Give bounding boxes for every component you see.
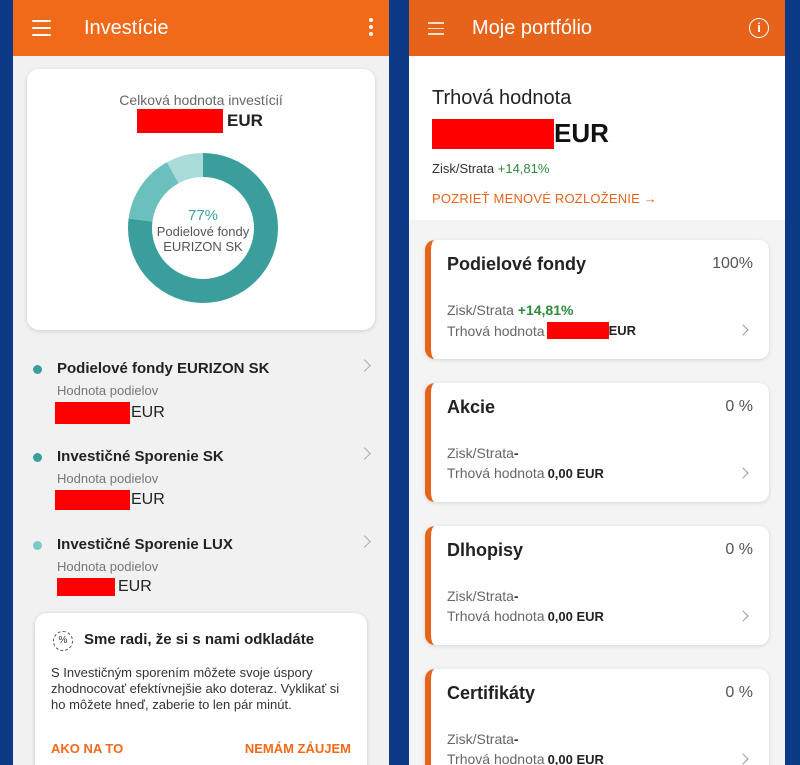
gain-loss-label: Zisk/Strata [432, 161, 495, 176]
asset-name: Podielové fondy [447, 254, 587, 274]
gain-loss-label: Zisk/Strata [447, 731, 514, 747]
asset-market-value: Trhová hodnota EUR [447, 322, 636, 339]
asset-market-value: Trhová hodnota 0,00 EUR [447, 751, 604, 765]
investments-screen: Investície Celková hodnota investícií EU… [13, 0, 389, 765]
asset-card-bonds[interactable]: Dlhopisy 0 % Zisk/Strata- Trhová hodnota… [425, 526, 769, 645]
fund-color-dot [33, 453, 42, 462]
chevron-right-icon [358, 359, 371, 372]
gain-loss-label: Zisk/Strata [447, 588, 514, 604]
redacted-amount [432, 118, 554, 149]
currency-label: EUR [608, 323, 637, 338]
asset-gain-loss: Zisk/Strata- [447, 445, 519, 461]
asset-market-value: Trhová hodnota 0,00 EUR [447, 608, 604, 624]
market-value-amount: 0,00 EUR [547, 608, 604, 624]
currency-breakdown-link[interactable]: POZRIEŤ MENOVÉ ROZLOŽENIE → [432, 191, 657, 206]
gain-loss-value: - [513, 731, 519, 747]
fund-item-investicne-sporenie-sk[interactable]: Investičné Sporenie SK Hodnota podielov … [13, 443, 389, 523]
redacted-amount [55, 490, 130, 510]
asset-name: Certifikáty [447, 683, 536, 703]
redacted-amount [546, 322, 609, 339]
gain-loss-label: Zisk/Strata [447, 445, 514, 461]
market-value-summary: Trhová hodnota EUR Zisk/Strata +14,81% P… [409, 56, 785, 220]
currency-label: EUR [227, 111, 263, 130]
market-value-label: Trhová hodnota [447, 751, 545, 765]
donut-percent: 77% [187, 207, 219, 224]
currency-label: EUR [554, 118, 609, 148]
asset-gain-loss: Zisk/Strata- [447, 588, 519, 604]
fund-name: Investičné Sporenie LUX [57, 536, 233, 553]
hamburger-menu-icon[interactable] [32, 20, 51, 36]
chevron-right-icon [358, 535, 371, 548]
fund-sub-label: Hodnota podielov [57, 559, 159, 574]
promo-text: S Investičným sporením môžete svoje úspo… [51, 665, 340, 712]
currency-label: EUR [131, 404, 165, 421]
market-value: EUR [432, 118, 609, 149]
fund-sub-label: Hodnota podielov [57, 383, 159, 398]
not-interested-button[interactable]: NEMÁM ZÁUJEM [245, 741, 351, 756]
market-value-label: Trhová hodnota [447, 608, 545, 624]
total-investments-value: EUR [137, 109, 263, 133]
chevron-right-icon [737, 610, 749, 622]
market-value-amount: 0,00 EUR [547, 751, 604, 765]
gain-loss-value: - [513, 588, 519, 604]
currency-label: EUR [118, 578, 152, 595]
fund-name: Investičné Sporenie SK [57, 448, 224, 465]
asset-percent: 100% [712, 255, 753, 272]
how-to-button[interactable]: AKO NA TO [51, 741, 123, 756]
asset-name: Dlhopisy [447, 540, 524, 560]
gain-loss-value: +14,81% [497, 161, 550, 176]
left-app-bar: Investície [13, 0, 389, 56]
gain-loss-value: - [513, 445, 519, 461]
market-value-label: Trhová hodnota [447, 322, 545, 339]
gain-loss-label: Zisk/Strata [447, 302, 514, 318]
donut-fund-line2: EURIZON SK [163, 239, 243, 254]
right-app-title: Moje portfólio [472, 17, 593, 39]
savings-promo-card: % Sme radi, že si s nami odkladáte S Inv… [35, 613, 367, 765]
fund-item-investicne-sporenie-lux[interactable]: Investičné Sporenie LUX Hodnota podielov… [13, 531, 389, 611]
market-value-label: Trhová hodnota [432, 87, 572, 109]
donut-fund-line1: Podielové fondy [156, 224, 250, 239]
asset-gain-loss: Zisk/Strata- [447, 731, 519, 747]
asset-card-mutual-funds[interactable]: Podielové fondy 100% Zisk/Strata +14,81%… [425, 240, 769, 359]
asset-percent: 0 % [725, 398, 753, 415]
chevron-right-icon [358, 447, 371, 460]
market-value-amount: 0,00 EUR [547, 465, 604, 481]
redacted-amount [55, 402, 130, 424]
chevron-right-icon [737, 467, 749, 479]
market-value-label: Trhová hodnota [447, 465, 545, 481]
hamburger-menu-icon[interactable] [428, 22, 444, 35]
portfolio-screen: Moje portfólio i Trhová hodnota EUR Zisk… [409, 0, 785, 765]
asset-card-stocks[interactable]: Akcie 0 % Zisk/Strata- Trhová hodnota 0,… [425, 383, 769, 502]
gain-loss-value: +14,81% [517, 302, 574, 318]
total-investments-card: Celková hodnota investícií EUR 77% Podie… [27, 69, 375, 330]
redacted-amount [57, 578, 115, 596]
asset-market-value: Trhová hodnota 0,00 EUR [447, 465, 604, 481]
total-investments-label: Celková hodnota investícií [119, 92, 283, 108]
fund-name: Podielové fondy EURIZON SK [57, 360, 270, 377]
promo-title: Sme radi, že si s nami odkladáte [84, 631, 315, 648]
fund-sub-label: Hodnota podielov [57, 471, 159, 486]
chevron-right-icon [737, 324, 749, 336]
gain-loss: Zisk/Strata +14,81% [432, 161, 549, 176]
fund-color-dot [33, 541, 42, 550]
donut-center-label: 77% Podielové fondy EURIZON SK [126, 207, 280, 254]
chevron-right-icon [737, 753, 749, 765]
asset-card-certificates[interactable]: Certifikáty 0 % Zisk/Strata- Trhová hodn… [425, 669, 769, 765]
redacted-amount [137, 109, 223, 133]
right-app-bar: Moje portfólio i [409, 0, 785, 56]
currency-label: EUR [131, 491, 165, 508]
fund-item-eurizon-sk[interactable]: Podielové fondy EURIZON SK Hodnota podie… [13, 355, 389, 435]
asset-percent: 0 % [725, 684, 753, 701]
fund-color-dot [33, 365, 42, 374]
fund-value: EUR [55, 402, 165, 424]
asset-name: Akcie [447, 397, 496, 417]
info-icon[interactable]: i [749, 18, 769, 38]
asset-gain-loss: Zisk/Strata +14,81% [447, 302, 573, 318]
asset-percent: 0 % [725, 541, 753, 558]
more-options-icon[interactable] [367, 18, 375, 38]
percent-badge-icon: % [53, 631, 73, 651]
fund-value: EUR [55, 490, 165, 510]
fund-value: EUR [55, 578, 152, 596]
left-app-title: Investície [84, 17, 169, 39]
